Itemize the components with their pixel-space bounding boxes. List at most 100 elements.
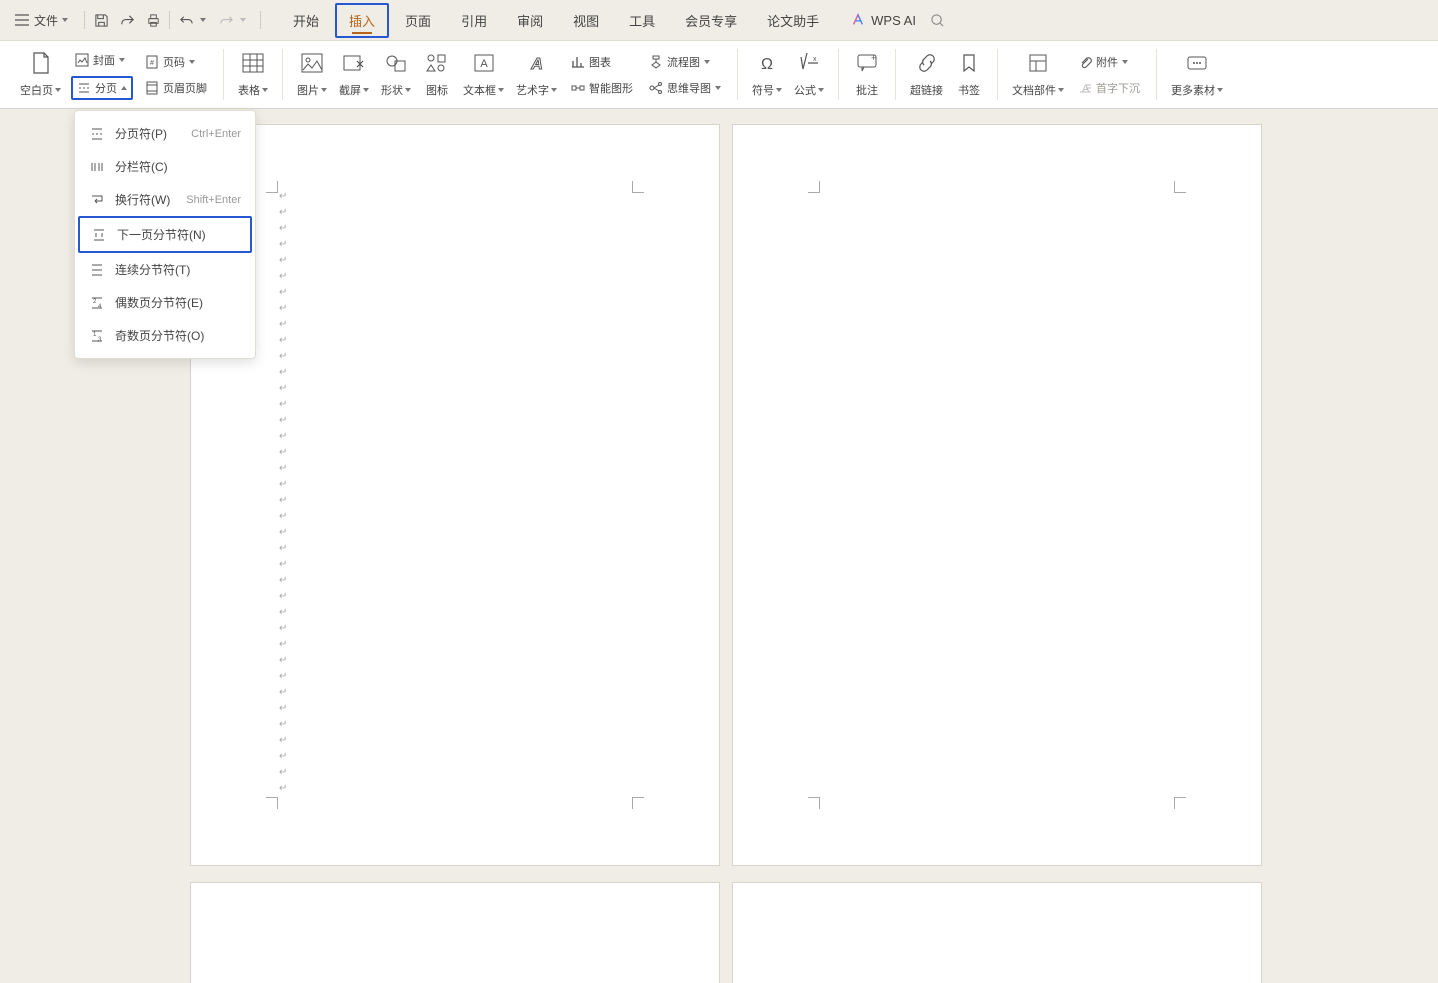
page-1[interactable]: ↵↵↵↵↵↵↵↵↵↵↵↵↵↵↵↵↵↵↵↵↵↵↵↵↵↵↵↵↵↵↵↵↵↵↵↵↵↵ [190,124,720,866]
flowchart-button[interactable]: 流程图 [645,52,725,72]
svg-text:x: x [813,56,817,63]
page-number-button[interactable]: # 页码 [141,52,211,72]
chevron-down-icon [1122,60,1128,64]
svg-text:4: 4 [98,304,102,310]
tab-insert[interactable]: 插入 [335,3,389,38]
chevron-down-icon [704,60,710,64]
equation-button[interactable]: x 公式 [788,47,830,102]
symbol-button[interactable]: Ω 符号 [746,47,788,102]
doc-parts-button[interactable]: 文档部件 [1006,47,1070,102]
table-label: 表格 [238,82,260,98]
svg-text:A: A [480,58,488,70]
menu-shortcut: Ctrl+Enter [191,128,241,140]
picture-label: 图片 [297,82,319,98]
tab-page[interactable]: 页面 [391,3,445,38]
separator [260,11,261,29]
menu-label: 奇数页分节符(O) [115,327,241,344]
hamburger-icon [14,12,30,28]
separator [84,11,85,29]
menu-item-line-break[interactable]: 换行符(W) Shift+Enter [75,183,255,216]
chart-button[interactable]: 图表 [567,52,637,72]
menu-item-continuous-section[interactable]: 连续分节符(T) [75,253,255,286]
shapes-button[interactable]: 形状 [375,47,417,102]
svg-text:Ω: Ω [761,56,773,73]
page-4[interactable] [732,882,1262,983]
picture-button[interactable]: 图片 [291,47,333,102]
flowchart-icon [649,55,663,69]
icon-gallery-icon [426,51,448,75]
comment-button[interactable]: + 批注 [847,47,887,102]
bookmark-button[interactable]: 书签 [949,47,989,102]
file-menu-button[interactable]: 文件 [6,8,76,33]
tab-member[interactable]: 会员专享 [671,3,751,38]
menu-label: 分页符(P) [115,125,181,142]
hyperlink-icon [916,51,938,75]
tab-review[interactable]: 审阅 [503,3,557,38]
search-icon[interactable] [930,12,946,28]
print-icon[interactable] [145,12,161,28]
chevron-down-icon [405,88,411,92]
section-even-icon: 24 [89,295,105,311]
page-3[interactable] [190,882,720,983]
menu-label: 连续分节符(T) [115,261,241,278]
more-material-button[interactable]: 更多素材 [1165,47,1229,102]
menu-item-column-break[interactable]: 分栏符(C) [75,150,255,183]
blank-page-icon [31,51,51,75]
redo-icon[interactable] [218,12,234,28]
mindmap-button[interactable]: 思维导图 [645,78,725,98]
chevron-down-icon [551,88,557,92]
textbox-label: 文本框 [463,82,496,98]
tab-view[interactable]: 视图 [559,3,613,38]
page-2[interactable] [732,124,1262,866]
chevron-down-icon [62,18,68,22]
ribbon: 空白页 封面 分页 # 页码 页眉页脚 [0,40,1438,109]
attachment-button[interactable]: 附件 [1074,52,1144,72]
chevron-down-icon [321,88,327,92]
tab-tools[interactable]: 工具 [615,3,669,38]
svg-text:3: 3 [98,337,102,343]
tab-paper[interactable]: 论文助手 [753,3,833,38]
chevron-down-icon[interactable] [240,18,246,22]
tab-reference[interactable]: 引用 [447,3,501,38]
symbol-icon: Ω [756,51,778,75]
screenshot-button[interactable]: 截屏 [333,47,375,102]
menu-label: 下一页分节符(N) [117,226,239,243]
crop-mark [808,797,820,809]
tab-start[interactable]: 开始 [279,3,333,38]
cover-button[interactable]: 封面 [71,50,133,70]
dropcap-button[interactable]: A 首字下沉 [1074,78,1144,98]
chevron-down-icon[interactable] [200,18,206,22]
page-break-button[interactable]: 分页 [71,76,133,100]
ai-icon [851,13,865,27]
crop-mark [266,181,278,193]
header-footer-button[interactable]: 页眉页脚 [141,78,211,98]
menu-item-odd-section[interactable]: 13 奇数页分节符(O) [75,319,255,352]
menu-item-even-section[interactable]: 24 偶数页分节符(E) [75,286,255,319]
undo-icon[interactable] [178,12,194,28]
textbox-button[interactable]: A 文本框 [457,47,510,102]
chart-label: 图表 [589,54,611,70]
wps-ai-button[interactable]: WPS AI [851,13,916,28]
hyperlink-button[interactable]: 超链接 [904,47,949,102]
smart-graphic-button[interactable]: 智能图形 [567,78,637,98]
crop-mark [1174,181,1186,193]
table-button[interactable]: 表格 [232,47,274,102]
doc-parts-icon [1027,51,1049,75]
table-icon [242,51,264,75]
menu-item-next-page-section[interactable]: 下一页分节符(N) [78,216,252,253]
blank-page-button[interactable]: 空白页 [14,47,67,102]
chevron-down-icon [498,88,504,92]
chevron-down-icon [1058,88,1064,92]
menu-item-page-break[interactable]: 分页符(P) Ctrl+Enter [75,117,255,150]
smart-graphic-label: 智能图形 [589,80,633,96]
dropcap-label: 首字下沉 [1096,80,1140,96]
wordart-button[interactable]: A 艺术字 [510,47,563,102]
header-footer-label: 页眉页脚 [163,80,207,96]
chevron-down-icon [1217,88,1223,92]
save-icon[interactable] [93,12,109,28]
dropcap-icon: A [1078,81,1092,95]
icon-button[interactable]: 图标 [417,47,457,102]
section-continuous-icon [89,262,105,278]
menu-label: 偶数页分节符(E) [115,294,241,311]
share-icon[interactable] [119,12,135,28]
